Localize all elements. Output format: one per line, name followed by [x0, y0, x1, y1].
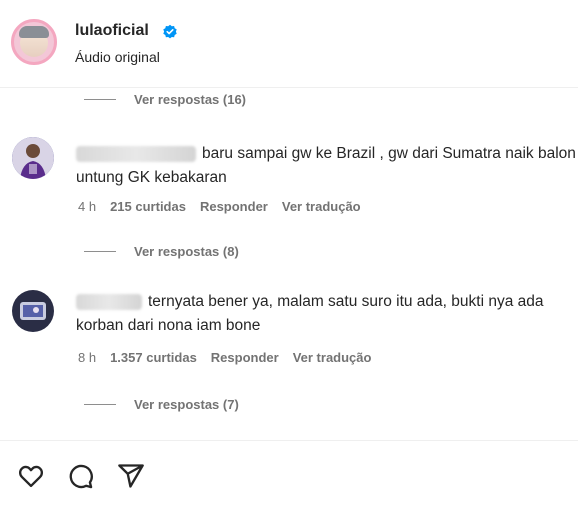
replies-line [84, 403, 116, 405]
view-replies-button[interactable]: Ver respostas (8) [84, 241, 239, 261]
verified-badge-icon [163, 24, 177, 39]
comment-avatar[interactable] [12, 137, 54, 179]
profile-avatar[interactable] [11, 19, 57, 65]
translate-button[interactable]: Ver tradução [282, 199, 361, 214]
view-replies-label: Ver respostas (16) [134, 91, 247, 107]
blurred-username[interactable] [76, 293, 142, 310]
comment-body: ternyata bener ya, malam satu suro itu a… [76, 293, 544, 334]
blurred-username[interactable] [76, 145, 196, 162]
footer-divider [0, 440, 578, 441]
comment-text: ternyata bener ya, malam satu suro itu a… [76, 290, 576, 338]
header-divider [0, 87, 578, 88]
translate-button[interactable]: Ver tradução [293, 350, 372, 365]
view-replies-button[interactable]: Ver respostas (7) [84, 394, 239, 414]
likes-count[interactable]: 215 curtidas [110, 199, 186, 214]
username[interactable]: lulaoficial [75, 22, 149, 40]
audio-label[interactable]: Áudio original [75, 49, 160, 65]
reply-button[interactable]: Responder [211, 350, 279, 365]
comment-avatar[interactable] [12, 290, 54, 332]
share-icon[interactable] [117, 462, 145, 490]
comment-time: 4 h [78, 199, 97, 214]
comment-text: baru sampai gw ke Brazil , gw dari Sumat… [76, 142, 576, 190]
likes-count[interactable]: 1.357 curtidas [110, 350, 197, 365]
replies-line [84, 98, 116, 100]
view-replies-label: Ver respostas (8) [134, 243, 239, 259]
view-replies-label: Ver respostas (7) [134, 396, 239, 412]
heart-icon[interactable] [17, 462, 45, 490]
reply-button[interactable]: Responder [200, 199, 268, 214]
comment-meta: 4 h 215 curtidas Responder Ver tradução [78, 199, 375, 214]
avatar-hat [19, 26, 49, 38]
comment-time: 8 h [78, 350, 97, 365]
view-replies-button[interactable]: Ver respostas (16) [84, 89, 246, 109]
person-avatar-icon [12, 137, 54, 179]
comment-meta: 8 h 1.357 curtidas Responder Ver traduçã… [78, 350, 385, 365]
post-header: lulaoficial Áudio original [0, 0, 578, 88]
image-avatar-icon [12, 290, 54, 332]
comment-icon[interactable] [66, 462, 94, 490]
replies-line [84, 250, 116, 252]
